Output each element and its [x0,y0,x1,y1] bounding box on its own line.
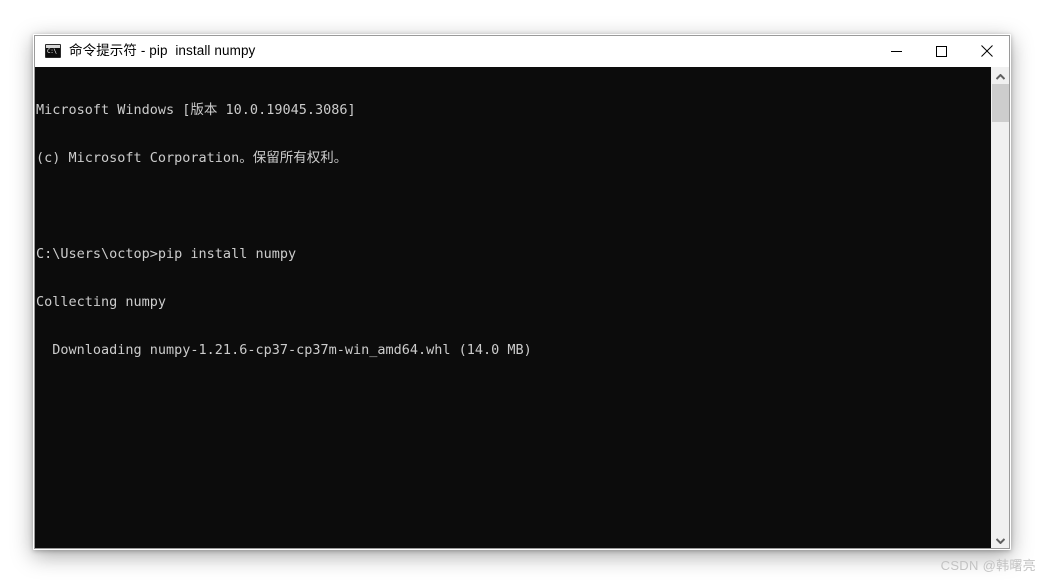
minimize-icon [891,46,902,57]
maximize-button[interactable] [919,36,964,66]
vertical-scrollbar[interactable] [991,67,1009,548]
cmd-console-icon [45,44,61,58]
console-area[interactable]: Microsoft Windows [版本 10.0.19045.3086] (… [35,67,1009,548]
maximize-icon [936,45,947,57]
scrollbar-thumb[interactable] [992,84,1009,122]
chevron-down-icon [995,531,1006,549]
scroll-down-button[interactable] [992,531,1009,548]
console-line: Microsoft Windows [版本 10.0.19045.3086] [36,102,356,118]
command-prompt-window[interactable]: 命令提示符 - pip install numpy [34,35,1010,549]
minimize-button[interactable] [874,36,919,66]
close-button[interactable] [964,36,1009,66]
title-bar[interactable]: 命令提示符 - pip install numpy [35,36,1009,67]
console-line: (c) Microsoft Corporation。保留所有权利。 [36,150,348,166]
console-line: C:\Users\octop>pip install numpy [36,246,297,262]
console-output[interactable]: Microsoft Windows [版本 10.0.19045.3086] (… [35,67,991,548]
scrollbar-track[interactable] [992,84,1009,531]
window-title: 命令提示符 - pip install numpy [69,43,256,58]
desktop-background: 命令提示符 - pip install numpy [0,0,1049,582]
window-controls [874,36,1009,66]
scroll-up-button[interactable] [992,67,1009,84]
chevron-up-icon [995,67,1006,85]
csdn-watermark: CSDN @韩曙亮 [940,558,1036,573]
console-line: Collecting numpy [36,294,167,310]
close-icon [980,45,993,57]
console-line: Downloading numpy-1.21.6-cp37-cp37m-win_… [36,342,532,358]
